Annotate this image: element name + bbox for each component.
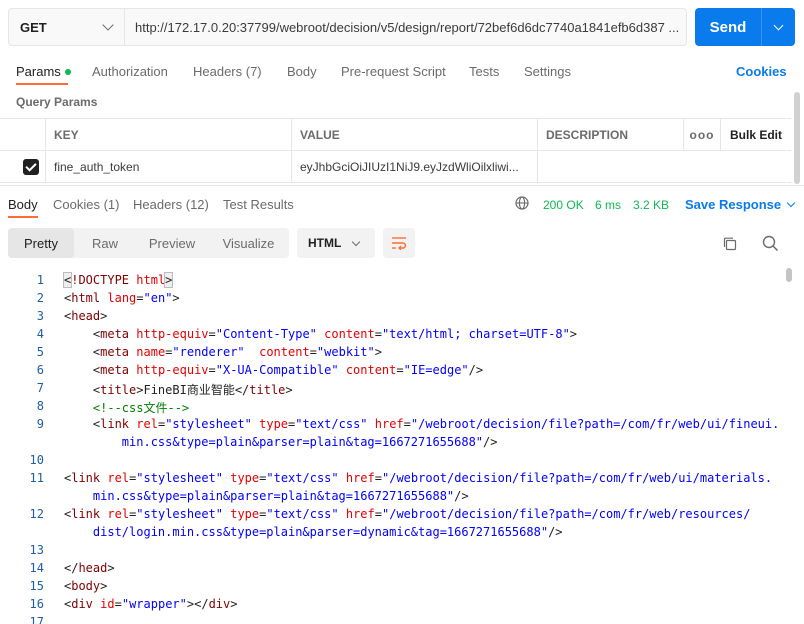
cookies-link[interactable]: Cookies	[736, 64, 787, 79]
line-number: 4	[36, 327, 44, 341]
param-description-cell[interactable]	[537, 151, 791, 182]
code-line: min.css&type=plain&parser=plain&tag=1667…	[121, 435, 498, 449]
response-tab-cookies[interactable]: Cookies (1)	[53, 197, 119, 212]
wrap-lines-icon	[392, 237, 407, 250]
query-params-title: Query Params	[16, 95, 98, 109]
checkbox-checked-icon[interactable]	[23, 158, 39, 175]
view-mode-selector: Pretty Raw Preview Visualize	[8, 228, 289, 258]
table-header-row: KEY VALUE DESCRIPTION ooo Bulk Edit	[0, 119, 791, 151]
tab-authorization[interactable]: Authorization	[92, 64, 168, 79]
chevron-down-icon	[773, 20, 784, 30]
request-tabs: Params Authorization Headers (7) Body Pr…	[0, 56, 804, 86]
code-line: <link rel="stylesheet" type="text/css" h…	[64, 417, 780, 431]
tab-settings[interactable]: Settings	[524, 64, 571, 79]
line-number: 10	[29, 453, 44, 467]
response-tab-test-results[interactable]: Test Results	[223, 197, 294, 212]
request-bar: GET http://172.17.0.20:37799/webroot/dec…	[8, 8, 687, 46]
status-code[interactable]: 200 OK	[543, 198, 584, 212]
line-number: 8	[36, 399, 44, 413]
chevron-down-icon	[351, 237, 361, 247]
code-line: <link rel="stylesheet" type="text/css" h…	[64, 471, 773, 485]
line-number: 15	[29, 579, 44, 593]
line-number: 7	[36, 381, 44, 395]
column-header-description: DESCRIPTION	[537, 119, 683, 150]
line-number: 1	[36, 273, 44, 287]
table-row: fine_auth_token eyJhbGciOiJIUzI1NiJ9.eyJ…	[0, 151, 791, 183]
checkbox-column-header	[0, 119, 45, 150]
globe-icon[interactable]	[515, 196, 529, 210]
code-scrollbar[interactable]	[786, 268, 792, 282]
line-number: 2	[36, 291, 44, 305]
code-line: <title>FineBI商业智能</title>	[64, 383, 293, 397]
chevron-down-icon	[102, 19, 114, 31]
line-number: 9	[36, 417, 44, 431]
code-line: <!DOCTYPE html>	[62, 272, 174, 288]
view-mode-pretty[interactable]: Pretty	[8, 228, 74, 258]
request-scrollbar[interactable]	[794, 92, 800, 184]
response-time[interactable]: 6 ms	[595, 198, 621, 212]
send-button-group: Send	[695, 8, 795, 46]
code-line: <meta name="renderer" content="webkit">	[64, 345, 382, 359]
active-dot-icon	[64, 68, 71, 75]
save-response-label: Save Response	[685, 197, 782, 212]
search-icon[interactable]	[762, 235, 779, 252]
view-mode-visualize[interactable]: Visualize	[208, 228, 289, 258]
row-checkbox-cell	[0, 151, 45, 182]
code-line: <!--css文件-->	[92, 401, 190, 415]
tab-label: Params	[16, 64, 61, 79]
response-tab-body[interactable]: Body	[8, 197, 38, 212]
code-line: dist/login.min.css&type=plain&parser=dyn…	[92, 525, 563, 539]
tab-body[interactable]: Body	[287, 64, 317, 79]
save-response-button[interactable]: Save Response	[685, 197, 796, 212]
copy-icon[interactable]	[722, 236, 738, 252]
pane-divider[interactable]	[0, 185, 804, 186]
line-number: 16	[29, 597, 44, 611]
send-button[interactable]: Send	[695, 8, 762, 46]
response-tab-headers[interactable]: Headers (12)	[133, 197, 209, 212]
line-number: 17	[29, 615, 44, 624]
code-line: min.css&type=plain&parser=plain&tag=1667…	[92, 489, 469, 503]
column-header-key: KEY	[45, 119, 291, 150]
chevron-down-icon	[786, 198, 796, 208]
bulk-edit-button[interactable]: Bulk Edit	[720, 119, 791, 150]
language-label: HTML	[308, 236, 342, 250]
url-input[interactable]: http://172.17.0.20:37799/webroot/decisio…	[125, 9, 686, 45]
active-tab-indicator	[16, 83, 68, 85]
line-number: 14	[29, 561, 44, 575]
code-line: </head>	[64, 561, 115, 575]
line-number: 6	[36, 363, 44, 377]
column-header-value: VALUE	[291, 119, 537, 150]
code-line: <head>	[64, 309, 108, 323]
code-line: <html lang="en">	[64, 291, 180, 305]
view-mode-raw[interactable]: Raw	[74, 228, 136, 258]
param-value-cell[interactable]: eyJhbGciOiJIUzI1NiJ9.eyJzdWliOilxliwi...	[291, 151, 537, 182]
method-label: GET	[20, 19, 47, 35]
method-select[interactable]: GET	[9, 9, 125, 45]
code-line: <body>	[64, 579, 108, 593]
more-options-icon[interactable]: ooo	[683, 119, 720, 150]
code-line: <meta http-equiv="X-UA-Compatible" conte…	[64, 363, 484, 377]
line-number: 11	[29, 471, 44, 485]
line-number: 12	[29, 507, 44, 521]
line-number: 5	[36, 345, 44, 359]
tab-headers[interactable]: Headers (7)	[193, 64, 262, 79]
code-line: <link rel="stylesheet" type="text/css" h…	[64, 507, 751, 521]
tab-params[interactable]: Params	[16, 64, 71, 79]
line-number: 13	[29, 543, 44, 557]
response-size[interactable]: 3.2 KB	[633, 198, 669, 212]
send-options-button[interactable]	[762, 8, 795, 46]
params-table: KEY VALUE DESCRIPTION ooo Bulk Edit fine…	[0, 118, 791, 183]
wrap-lines-button[interactable]	[383, 228, 415, 258]
view-mode-preview[interactable]: Preview	[136, 228, 208, 258]
code-line: <meta http-equiv="Content-Type" content=…	[64, 327, 578, 341]
param-key-cell[interactable]: fine_auth_token	[45, 151, 291, 182]
line-number: 3	[36, 309, 44, 323]
tab-tests[interactable]: Tests	[469, 64, 499, 79]
code-line: <div id="wrapper"></div>	[64, 597, 238, 611]
tab-pre-request-script[interactable]: Pre-request Script	[341, 64, 446, 79]
language-select[interactable]: HTML	[297, 228, 375, 258]
active-response-tab-indicator	[8, 216, 38, 218]
